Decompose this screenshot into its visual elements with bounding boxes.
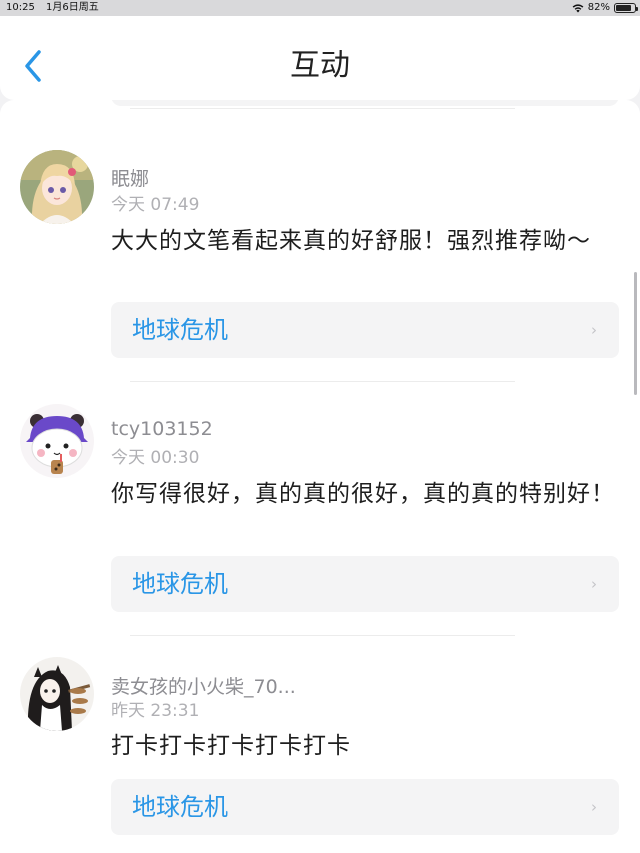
chevron-right-icon: › [591,798,597,816]
status-date: 1月6日周五 [46,2,99,13]
comment-text: 打卡打卡打卡打卡打卡 [111,733,351,759]
chevron-right-icon: › [591,575,597,593]
status-left: 10:25 1月6日周五 [6,0,107,16]
comment-list[interactable]: 眠娜 今天 07:49 大大的文笔看起来真的好舒服！强烈推荐呦～ 地球危机 › [0,100,640,853]
avatar[interactable] [20,404,94,478]
comment-text: 你写得很好，真的真的很好，真的真的特别好！ [111,481,615,507]
comment-time: 今天 07:49 [111,195,200,215]
avatar[interactable] [20,150,94,224]
avatar[interactable] [20,657,94,731]
divider [130,108,515,109]
book-title: 地球危机 [132,570,228,598]
book-title: 地球危机 [132,793,228,821]
comment-time: 昨天 23:31 [111,701,200,721]
book-link[interactable]: 地球危机 › [111,556,619,612]
divider [130,381,515,382]
wifi-icon [572,4,584,13]
divider [130,635,515,636]
battery-percent: 82% [587,2,610,13]
anime-girl-avatar-icon [20,150,94,224]
previous-item-tail [111,100,619,106]
battery-fill [616,5,631,11]
status-bar: 10:25 1月6日周五 82% [0,0,640,16]
username[interactable]: 眠娜 [111,164,149,191]
scrollbar[interactable] [634,272,637,395]
chevron-right-icon: › [591,321,597,339]
cat-girl-avatar-icon [20,657,94,731]
status-right: 82% [572,0,638,16]
comment-text: 大大的文笔看起来真的好舒服！强烈推荐呦～ [111,228,591,254]
page-title: 互动 [290,48,350,83]
book-link[interactable]: 地球危机 › [111,302,619,358]
comment-time: 今天 00:30 [111,448,200,468]
book-title: 地球危机 [132,316,228,344]
username[interactable]: 卖女孩的小火柴_70... [111,672,296,699]
nav-bar: 互动 [0,16,640,100]
username[interactable]: tcy103152 [111,418,213,440]
book-link[interactable]: 地球危机 › [111,779,619,835]
battery-icon [614,3,638,13]
panda-avatar-icon [20,404,94,478]
status-time: 10:25 [6,2,35,13]
